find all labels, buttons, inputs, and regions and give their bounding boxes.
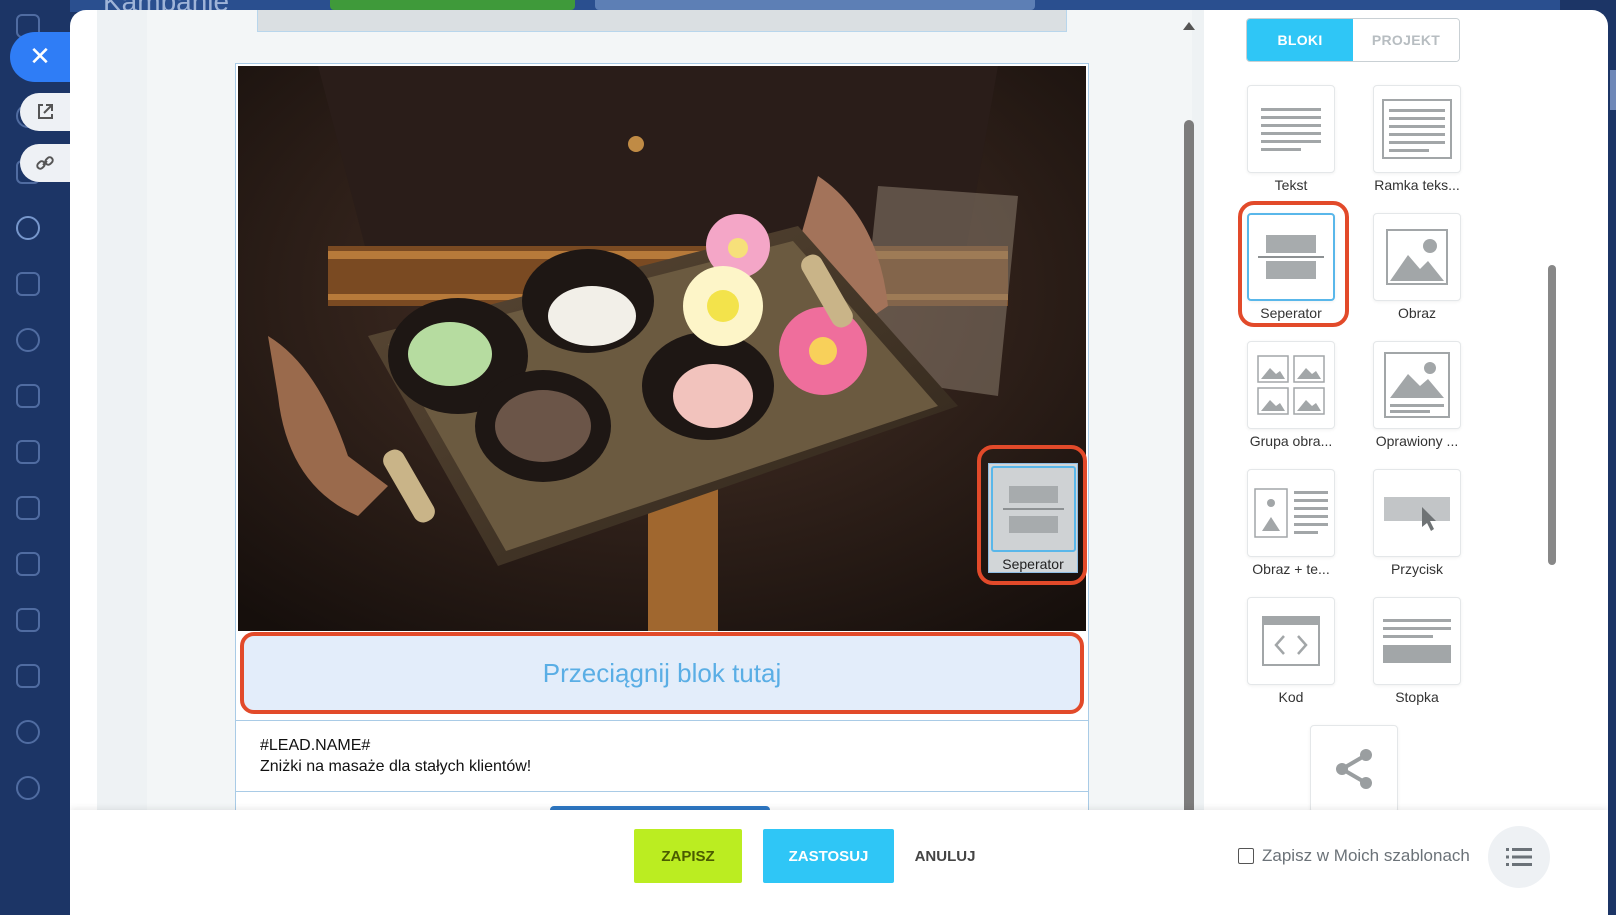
palette-item-footer[interactable]: Stopka (1366, 597, 1492, 707)
palette-item-label: Tekst (1274, 177, 1308, 193)
image-group-icon (1257, 355, 1325, 415)
palette-scrollbar[interactable] (1548, 265, 1556, 565)
tab-project[interactable]: PROJEKT (1353, 19, 1459, 61)
separator-icon (991, 466, 1076, 552)
footer-icon (1383, 619, 1451, 663)
palette-item-text[interactable]: Tekst (1240, 85, 1366, 195)
spa-photo[interactable] (238, 66, 1086, 631)
palette-item-image[interactable]: Obraz (1366, 213, 1492, 323)
robot-icon[interactable] (16, 328, 40, 352)
create-campaign-button[interactable] (330, 0, 575, 10)
editor-scrollbar[interactable] (1184, 120, 1194, 835)
palette-item-image-group[interactable]: Grupa obra... (1240, 341, 1366, 451)
image-icon (1386, 229, 1448, 285)
left-navigation-rail (0, 0, 70, 915)
apply-button[interactable]: ZASTOSUJ (763, 829, 894, 883)
open-new-window-button[interactable] (20, 93, 70, 131)
code-icon (1262, 616, 1320, 666)
document-icon[interactable] (16, 664, 40, 688)
dragged-block-highlight: Seperator (977, 445, 1087, 585)
list-menu-icon (1506, 848, 1532, 866)
close-icon: ✕ (29, 41, 51, 71)
spa-tray-image (238, 66, 1086, 631)
save-button[interactable]: ZAPISZ (634, 829, 742, 883)
palette-item-label: Obraz + te... (1252, 561, 1330, 577)
copy-link-button[interactable] (20, 144, 70, 182)
menu-button[interactable] (1488, 826, 1550, 888)
palette-tabs: BLOKI PROJEKT (1246, 18, 1460, 62)
drop-zone[interactable]: Przeciągnij blok tutaj (240, 632, 1084, 714)
lead-name-placeholder: #LEAD.NAME# (260, 737, 371, 754)
external-link-icon (38, 104, 53, 119)
text-frame-icon (1382, 99, 1452, 159)
cart-icon[interactable] (16, 440, 40, 464)
chart-icon[interactable] (16, 608, 40, 632)
link-icon (36, 156, 54, 170)
block-palette: Tekst Ramka teks... Seperator Obraz Grup… (1240, 85, 1510, 835)
store-icon[interactable] (16, 496, 40, 520)
palette-item-label: Stopka (1395, 689, 1439, 705)
action-bar: ZAPISZ ZASTOSUJ ANULUJ Zapisz w Moich sz… (70, 810, 1608, 915)
calendar-icon[interactable] (16, 552, 40, 576)
target-icon[interactable] (16, 216, 40, 240)
text-block-icon (1261, 108, 1321, 151)
palette-item-code[interactable]: Kod (1240, 597, 1366, 707)
email-editor-panel: Przeciągnij blok tutaj #LEAD.NAME# Zniżk… (70, 10, 1608, 915)
settings-icon[interactable] (16, 720, 40, 744)
save-template-label: Zapisz w Moich szablonach (1262, 846, 1470, 865)
funnel-icon[interactable] (16, 272, 40, 296)
palette-item-label: Przycisk (1390, 561, 1444, 577)
dragged-separator-block[interactable]: Seperator (988, 463, 1078, 573)
palette-highlight-ring (1238, 201, 1349, 327)
framed-image-icon (1384, 352, 1450, 418)
palette-item-label: Grupa obra... (1249, 433, 1333, 449)
palette-item-label: Ramka teks... (1374, 177, 1460, 193)
palette-item-image-text[interactable]: Obraz + te... (1240, 469, 1366, 579)
palette-item-label: Oprawiony ... (1375, 433, 1459, 449)
filter-search-bar[interactable] (595, 0, 1035, 10)
palette-item-text-frame[interactable]: Ramka teks... (1366, 85, 1492, 195)
drop-zone-label: Przeciągnij blok tutaj (542, 657, 782, 688)
box-icon[interactable] (16, 776, 40, 800)
email-text-block[interactable]: #LEAD.NAME# Zniżki na masaże dla stałych… (236, 720, 1088, 792)
palette-item-framed-image[interactable]: Oprawiony ... (1366, 341, 1492, 451)
save-template-checkbox[interactable]: Zapisz w Moich szablonach (1238, 846, 1470, 866)
image-text-icon (1254, 488, 1328, 538)
tab-blocks[interactable]: BLOKI (1247, 19, 1353, 61)
button-icon (1384, 497, 1450, 531)
scroll-up-arrow[interactable] (1183, 22, 1195, 30)
palette-item-label: Kod (1278, 689, 1304, 705)
cancel-button[interactable]: ANULUJ (910, 829, 980, 883)
close-slider-button[interactable]: ✕ (10, 32, 70, 82)
email-headline: Zniżki na masaże dla stałych klientów! (260, 758, 532, 775)
palette-item-label: Obraz (1397, 305, 1437, 321)
palette-item-button[interactable]: Przycisk (1366, 469, 1492, 579)
pen-icon[interactable] (16, 384, 40, 408)
previous-block[interactable] (257, 10, 1067, 32)
checkbox-box[interactable] (1238, 848, 1254, 864)
share-icon (1336, 749, 1372, 789)
dragged-block-label: Seperator (1002, 556, 1064, 572)
